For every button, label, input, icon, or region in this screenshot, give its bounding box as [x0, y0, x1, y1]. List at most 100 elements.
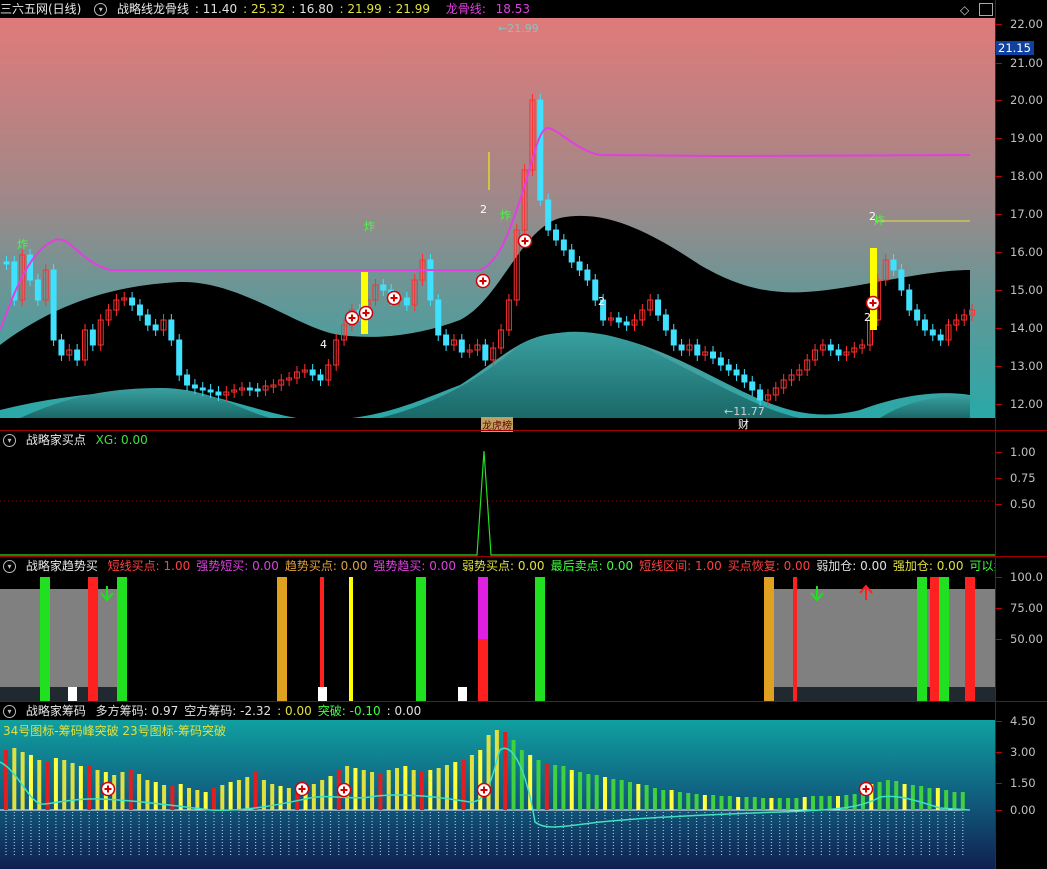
axis-label: 3.00: [1010, 745, 1036, 759]
chip-bar: [877, 782, 882, 810]
chip-bar: [519, 750, 524, 810]
chip-bar: [752, 797, 757, 810]
indicator-value: : 21.99: [387, 2, 430, 16]
signal-number: 2: [864, 311, 871, 324]
chip-bar: [461, 760, 466, 810]
indicator-item: : 0.00: [277, 704, 312, 718]
chip-bar: [769, 798, 774, 810]
chip-bar: [261, 780, 266, 810]
chip-bar: [811, 796, 816, 810]
collapse-icon[interactable]: ▾: [3, 560, 16, 573]
indicator-item: 弱加仓: 0.00: [816, 559, 887, 573]
signal-bar: [764, 577, 774, 701]
xg-value: XG: 0.00: [95, 433, 148, 447]
collapse-icon[interactable]: ▾: [3, 434, 16, 447]
signal-number: 2: [480, 203, 487, 216]
chip-bar: [478, 750, 483, 810]
chip-bar: [370, 772, 375, 810]
chip-bar: [711, 795, 716, 810]
chip-bar: [586, 774, 591, 810]
chip-bar: [28, 755, 33, 810]
panel4-axis: 4.50 3.00 1.50 0.00: [996, 702, 1047, 869]
chip-bar: [736, 797, 741, 810]
chip-bar: [744, 797, 749, 810]
chip-bar: [20, 752, 25, 810]
chip-bar: [536, 760, 541, 810]
chip-bar: [428, 770, 433, 810]
chip-bar: [378, 774, 383, 810]
chip-bar: [694, 794, 699, 810]
chip-panel[interactable]: ▾ 战略家筹码 多方筹码: 0.97 空方筹码: -2.32: 0.00 突破: -…: [0, 702, 1047, 869]
chip-bar: [162, 785, 167, 810]
indicator-item: 短线买点: 1.00: [107, 559, 191, 573]
buy-point-panel[interactable]: ▾ 战略家买点 XG: 0.00 1.00 0.75 0.50: [0, 431, 1047, 556]
indicator-item: 空方筹码: -2.32: [184, 704, 272, 718]
chip-bar: [403, 766, 408, 810]
xg-signal-line: [0, 450, 996, 556]
chip-bar: [727, 796, 732, 810]
collapse-icon[interactable]: ▾: [3, 705, 16, 718]
panel2-header: ▾ 战略家买点 XG: 0.00: [0, 431, 995, 449]
indicator-item: 强势短买: 0.00: [196, 559, 279, 573]
axis-label: 4.50: [1010, 714, 1036, 728]
chip-bar: [786, 798, 791, 810]
chip-bar: [544, 763, 549, 810]
price-axis: 22.00 21.00 20.00 19.00 18.00 17.00 16.00 15.00…: [996, 0, 1047, 430]
axis-label: 50.00: [1010, 632, 1043, 646]
stock-title: 三六五网(日线): [0, 2, 82, 16]
chip-bar: [894, 781, 899, 810]
axis-label: 0.00: [1010, 803, 1036, 817]
chip-bar: [203, 792, 208, 810]
chip-bar: [220, 785, 225, 810]
chip-bar: [70, 763, 75, 810]
axis-label: 20.00: [1010, 93, 1043, 107]
signal-bar: [277, 577, 287, 701]
indicator-item: 买点恢复: 0.00: [727, 559, 811, 573]
signal-bar: [349, 577, 353, 701]
indicator-values: : 11.40: 25.32: 16.80: 21.99: 21.99: [195, 2, 436, 16]
chip-bar: [885, 780, 890, 810]
signal-bar: [930, 577, 940, 701]
chip-bar: [170, 786, 175, 810]
chip-bar: [128, 770, 133, 810]
chip-bar: [619, 780, 624, 810]
chip-bar: [636, 784, 641, 810]
chip-bar: [702, 795, 707, 810]
axis-label: 12.00: [1010, 397, 1043, 411]
chip-bar: [852, 794, 857, 810]
chip-bar: [253, 772, 258, 810]
chip-bar: [286, 788, 291, 810]
panel3-axis: 100.0 75.00 50.00: [996, 557, 1047, 701]
signal-bar: [88, 577, 98, 701]
axis-label: 22.00: [1010, 17, 1043, 31]
chip-bar: [603, 777, 608, 810]
signal-bar: [117, 577, 127, 701]
axis-label: 17.00: [1010, 207, 1043, 221]
chip-bar: [669, 790, 674, 810]
axis-label: 18.00: [1010, 169, 1043, 183]
window-button[interactable]: [979, 3, 993, 16]
chip-bar: [453, 762, 458, 810]
signal-bar: [40, 577, 50, 701]
axis-label: 13.00: [1010, 359, 1043, 373]
main-chart-panel[interactable]: 三六五网(日线) ▾ 战略线龙骨线 : 11.40: 25.32: 16.80:…: [0, 0, 1047, 432]
axis-label: 75.00: [1010, 601, 1043, 615]
diamond-icon[interactable]: ◇: [960, 3, 969, 17]
chip-bar: [910, 785, 915, 810]
signal-number: 4: [320, 338, 327, 351]
chip-bar: [4, 750, 8, 810]
indicator-item: 多方筹码: 0.97: [95, 704, 179, 718]
trend-buy-panel[interactable]: ▾ 战略家趋势买 短线买点: 1.00 强势短买: 0.00 趋势买点: 0.00 强…: [0, 557, 1047, 701]
chip-bar: [278, 786, 283, 810]
indicator-value: : 25.32: [243, 2, 286, 16]
chip-bar: [777, 798, 782, 810]
chip-bar: [827, 796, 832, 810]
chip-bar: [594, 775, 599, 810]
chip-bar: [719, 796, 724, 810]
main-chart-canvas[interactable]: [0, 0, 996, 430]
signal-bar: [416, 577, 426, 701]
chip-bar: [245, 777, 250, 810]
chip-bar: [420, 772, 424, 810]
chip-bar: [686, 793, 691, 810]
collapse-icon[interactable]: ▾: [94, 3, 108, 16]
